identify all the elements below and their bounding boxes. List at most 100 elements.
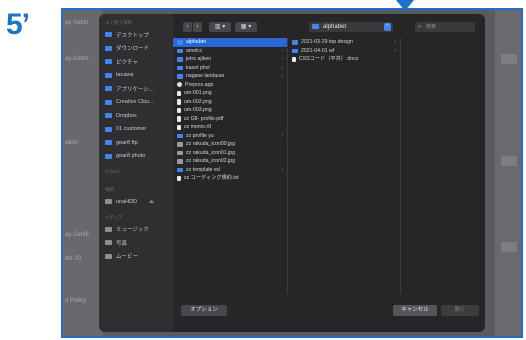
sidebar-item-unahdd[interactable]: unaHDD ⏏: [99, 195, 173, 209]
folder-icon: [177, 65, 183, 70]
dropbox-icon: [105, 113, 112, 119]
eject-icon[interactable]: ⏏: [149, 199, 154, 205]
sidebar-item-movies[interactable]: ムービー: [99, 250, 173, 264]
chevron-right-icon: ›: [394, 39, 396, 45]
dialog-footer: オプション キャンセル 開く: [173, 294, 485, 332]
sidebar-item-label: ピクチャ: [116, 59, 138, 66]
sidebar-item-music[interactable]: ミュージック: [99, 223, 173, 237]
document-icon: [177, 107, 181, 113]
view-columns-button[interactable]: ▥ ▾: [209, 22, 231, 32]
file-row[interactable]: um-003.png: [173, 106, 287, 115]
file-name: CSSコード（平井）.docx: [299, 56, 359, 62]
chevron-right-icon: ›: [281, 39, 283, 45]
file-row[interactable]: 2021-04-01 wf ›: [288, 47, 400, 56]
photos-icon: [105, 240, 112, 246]
file-name: um-003.png: [184, 107, 212, 113]
file-name: zz rakuda_icon01.jpg: [186, 149, 236, 156]
sidebar-item-label: 01.customer: [116, 126, 147, 133]
image-icon: [177, 150, 183, 155]
applications-icon: [105, 86, 112, 92]
search-placeholder: 検索: [426, 24, 437, 30]
file-name: kaset phol: [186, 64, 210, 71]
file-name: zz G8- profile.pdf: [184, 115, 224, 122]
forward-button[interactable]: ›: [193, 22, 202, 32]
location-popup[interactable]: alphabet ⌃: [309, 22, 393, 32]
folder-icon: [177, 40, 183, 45]
column-alphabet: 2021-03-29 top design › 2021-04-01 wf › CS…: [288, 38, 401, 294]
folder-icon: [177, 57, 183, 62]
file-row[interactable]: jetro ajiken ›: [173, 55, 287, 64]
file-name: zz profile yu: [186, 132, 214, 139]
desktop-icon: [105, 32, 112, 38]
file-row[interactable]: zz rakuda_icon01.jpg: [173, 149, 287, 158]
file-row[interactable]: zz profile yu ›: [173, 132, 287, 141]
file-row[interactable]: nagase landauer ›: [173, 72, 287, 81]
open-button[interactable]: 開く: [441, 305, 479, 316]
file-name: zz rakuda_icon00.jpg: [186, 141, 236, 147]
file-row[interactable]: zz template ed ›: [173, 166, 287, 175]
file-row[interactable]: CSSコード（平井）.docx: [288, 55, 400, 64]
folder-icon: [312, 24, 319, 29]
document-icon: [177, 175, 181, 181]
sidebar-item-label: gear8 photo: [116, 153, 146, 160]
background-field: [501, 242, 517, 252]
sidebar-item-creative-cloud[interactable]: Creative Clou…: [99, 96, 173, 110]
music-icon: [105, 226, 112, 232]
background-label: ay Addre: [65, 56, 89, 62]
file-name: nagase landauer: [186, 73, 225, 79]
file-row[interactable]: zz コーディング規約.txt: [173, 174, 287, 183]
file-name: Prepros.app: [185, 81, 214, 88]
cancel-button[interactable]: キャンセル: [393, 305, 437, 316]
sidebar-item-label: tacawa: [116, 72, 134, 79]
file-row[interactable]: kaset phol ›: [173, 64, 287, 73]
sidebar-item-pictures[interactable]: ピクチャ: [99, 55, 173, 69]
folder-icon: [105, 126, 112, 132]
sidebar-item-label: Creative Clou…: [116, 99, 155, 106]
sidebar-item-gear8-ftp[interactable]: gear8 ftp: [99, 136, 173, 150]
background-label: ation: [65, 140, 79, 146]
file-name: amelcc: [186, 47, 203, 54]
sidebar-item-downloads[interactable]: ダウンロード: [99, 42, 173, 56]
folder-icon: [105, 153, 112, 159]
dialog-sidebar: よく使う項目 デスクトップ ダウンロード ピクチャ tacawa アプリケーシ……: [99, 14, 173, 332]
location-label: alphabet: [323, 24, 347, 30]
sidebar-section-favorites: よく使う項目: [105, 21, 132, 26]
file-row[interactable]: zz rakuda_icon02.jpg: [173, 157, 287, 166]
file-row[interactable]: zz memo.rtf: [173, 123, 287, 132]
dialog-toolbar: ‹ › ▥ ▾ ▦ ▾ alphabet ⌃ ⌕ 検索: [173, 14, 485, 38]
file-row[interactable]: um-001.png: [173, 89, 287, 98]
document-icon: [177, 90, 181, 96]
sidebar-item-label: Dropbox: [116, 112, 137, 119]
home-icon: [105, 72, 112, 78]
file-row[interactable]: 2021-03-29 top design ›: [288, 38, 400, 47]
back-button[interactable]: ‹: [183, 22, 192, 32]
file-name: um-001.png: [184, 90, 212, 96]
search-field[interactable]: ⌕ 検索: [415, 22, 475, 32]
file-row[interactable]: Prepros.app: [173, 81, 287, 90]
background-label: itle 20: [65, 256, 82, 262]
sidebar-section-locations: 場所: [105, 188, 114, 193]
sidebar-item-photos[interactable]: 写真: [99, 236, 173, 250]
sidebar-item-home[interactable]: tacawa: [99, 69, 173, 83]
file-name: zz コーディング規約.txt: [184, 175, 239, 181]
image-icon: [177, 159, 183, 164]
sidebar-item-applications[interactable]: アプリケーシ…: [99, 82, 173, 96]
folder-icon: [292, 48, 298, 53]
options-button[interactable]: オプション: [181, 305, 227, 316]
sidebar-item-label: ムービー: [116, 254, 139, 261]
file-row[interactable]: amelcc ›: [173, 47, 287, 56]
sidebar-item-label: アプリケーシ…: [116, 86, 155, 93]
chevron-right-icon: ›: [281, 56, 283, 62]
file-row[interactable]: um-002.png: [173, 98, 287, 107]
sidebar-item-label: gear8 ftp: [116, 139, 138, 146]
view-grid-button[interactable]: ▦ ▾: [235, 22, 257, 32]
file-row[interactable]: zz G8- profile.pdf: [173, 115, 287, 124]
file-name: um-002.png: [184, 98, 212, 105]
sidebar-item-dropbox[interactable]: Dropbox: [99, 109, 173, 123]
file-row[interactable]: alphabet ›: [173, 38, 287, 47]
file-row[interactable]: zz rakuda_icon00.jpg: [173, 140, 287, 149]
sidebar-item-gear8-photo[interactable]: gear8 photo: [99, 150, 173, 164]
sidebar-item-desktop[interactable]: デスクトップ: [99, 28, 173, 42]
document-icon: [177, 99, 181, 105]
sidebar-item-customer[interactable]: 01.customer: [99, 123, 173, 137]
